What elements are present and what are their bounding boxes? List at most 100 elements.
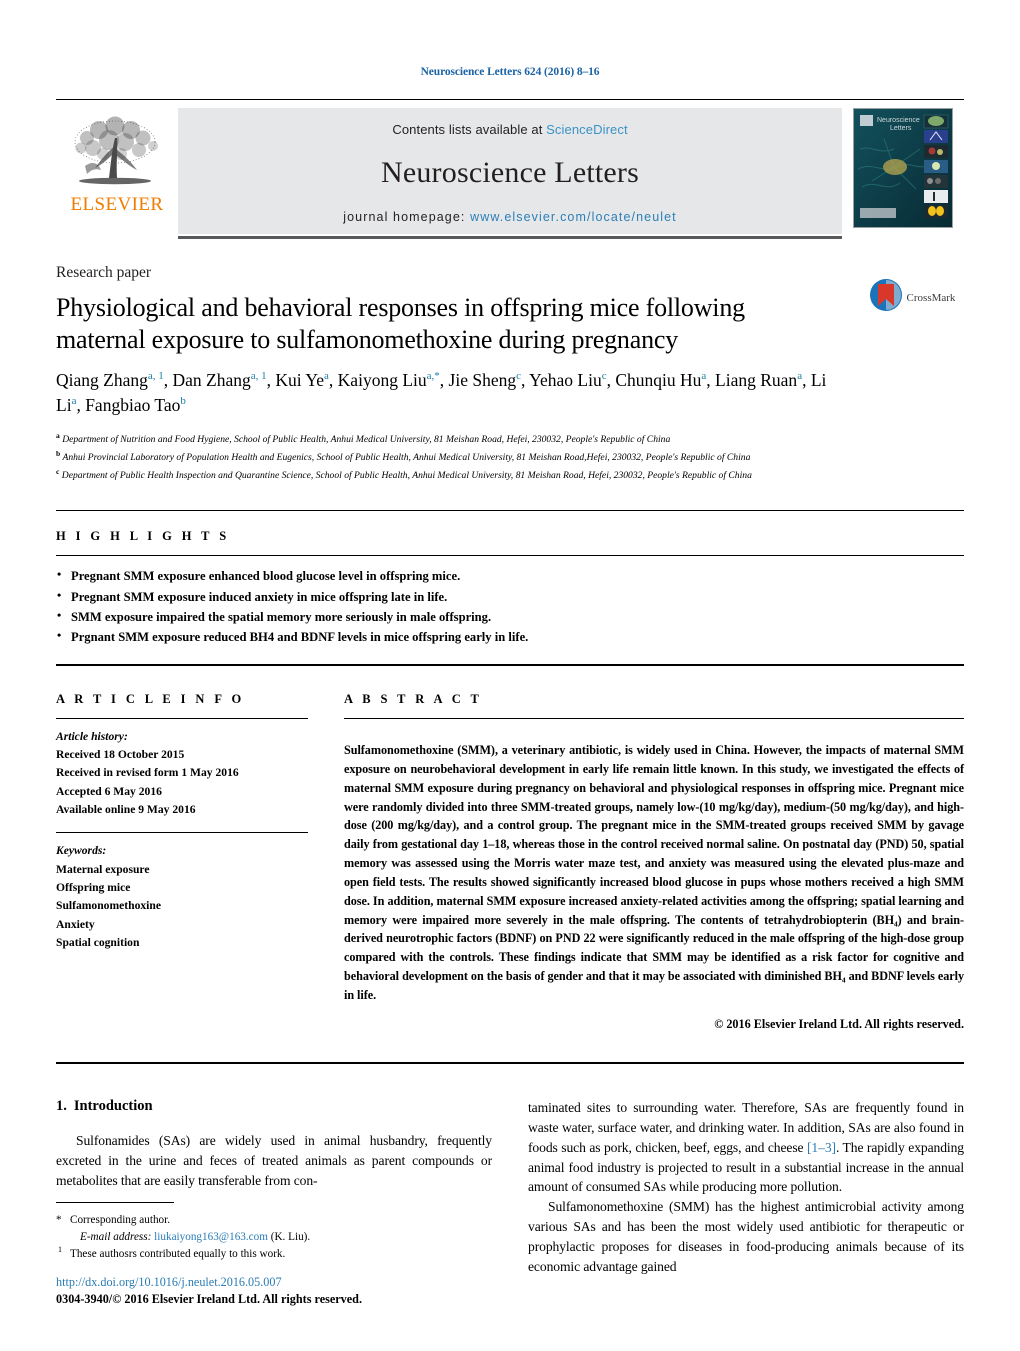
- highlight-item: Pregnant SMM exposure enhanced blood glu…: [56, 565, 964, 586]
- equal-contribution-mark: 1: [58, 1244, 62, 1254]
- author-name[interactable]: Jie Sheng: [449, 370, 517, 390]
- article-history-item: Received in revised form 1 May 2016: [56, 766, 239, 780]
- issn-copyright-line: 0304-3940/© 2016 Elsevier Ireland Ltd. A…: [56, 1292, 362, 1307]
- author-name[interactable]: Liang Ruan: [715, 370, 797, 390]
- homepage-prefix: journal homepage:: [343, 210, 471, 224]
- top-rule: [56, 99, 964, 100]
- highlights-bottom-rule: [56, 663, 964, 666]
- author-affiliation-mark: c: [601, 370, 607, 383]
- crossmark-label: CrossMark: [906, 292, 956, 304]
- affiliation-item: c Department of Public Health Inspection…: [56, 467, 752, 482]
- highlight-item: SMM exposure impaired the spatial memory…: [56, 606, 964, 627]
- email-label: E-mail address:: [80, 1230, 152, 1243]
- author-affiliation-mark: a: [71, 395, 77, 408]
- crossmark-badge[interactable]: CrossMark: [860, 278, 964, 317]
- author-name[interactable]: Dan Zhang: [173, 370, 251, 390]
- highlight-item: Prgnant SMM exposure reduced BH4 and BDN…: [56, 626, 964, 647]
- citation-link-1-3[interactable]: [1–3]: [807, 1140, 836, 1155]
- author-name[interactable]: Fangbiao Tao: [85, 395, 180, 415]
- author-name[interactable]: Chunqiu Hu: [615, 370, 701, 390]
- article-type-label: Research paper: [56, 264, 152, 281]
- crossmark-icon: [869, 278, 903, 317]
- highlights-top-rule: [56, 510, 964, 512]
- contents-lists-line: Contents lists available at ScienceDirec…: [392, 122, 627, 137]
- doi-block: http://dx.doi.org/10.1016/j.neulet.2016.…: [56, 1274, 362, 1309]
- keyword-item[interactable]: Anxiety: [56, 916, 308, 934]
- cover-image: Neuroscience Letters: [853, 108, 953, 228]
- article-info-column: A R T I C L E I N F O Article history: R…: [56, 692, 308, 1032]
- abstract-rule: [344, 717, 964, 719]
- sciencedirect-link[interactable]: ScienceDirect: [546, 122, 628, 137]
- body-divider-rule: [56, 1062, 964, 1065]
- affiliation-item: a Department of Nutrition and Food Hygie…: [56, 431, 671, 446]
- intro-paragraph-1-left: Sulfonamides (SAs) are widely used in an…: [56, 1133, 492, 1188]
- author-affiliation-mark: a: [797, 370, 803, 383]
- abstract-column: A B S T R A C T Sulfamonomethoxine (SMM)…: [344, 692, 964, 1032]
- keyword-items: Maternal exposure Offspring mice Sulfamono…: [56, 861, 308, 953]
- equal-contribution-note: 1 These authosrs contributed equally to t…: [56, 1244, 486, 1263]
- article-info-heading: A R T I C L E I N F O: [56, 691, 245, 706]
- intro-paragraph-2: Sulfamonomethoxine (SMM) has the highest…: [528, 1199, 964, 1274]
- highlights-items: Pregnant SMM exposure enhanced blood glu…: [56, 556, 964, 648]
- abstract-text: Sulfamonomethoxine (SMM), a veterinary a…: [344, 743, 964, 1002]
- corresponding-author-mark: *: [56, 1213, 62, 1226]
- footnote-rule: [56, 1201, 174, 1203]
- contents-prefix: Contents lists available at: [392, 122, 547, 137]
- corresponding-author-text: Corresponding author.: [70, 1213, 171, 1226]
- journal-homepage-link[interactable]: www.elsevier.com/locate/neulet: [470, 210, 677, 224]
- email-note: E-mail address: liukaiyong163@163.com (K…: [56, 1229, 486, 1246]
- author-name[interactable]: Qiang Zhang: [56, 370, 148, 390]
- email-owner: (K. Liu).: [270, 1230, 311, 1243]
- abstract-copyright: © 2016 Elsevier Ireland Ltd. All rights …: [714, 1017, 964, 1032]
- author-affiliation-mark: a: [324, 370, 329, 383]
- abstract-heading: A B S T R A C T: [344, 691, 483, 706]
- keyword-item[interactable]: Maternal exposure: [56, 861, 308, 879]
- banner-bottom-bar: [178, 236, 842, 239]
- email-link[interactable]: liukaiyong163@163.com: [154, 1231, 268, 1243]
- elsevier-logo[interactable]: ELSEVIER: [56, 108, 178, 234]
- article-history-block: Article history: Received 18 October 201…: [56, 719, 308, 820]
- journal-banner: Contents lists available at ScienceDirec…: [178, 108, 842, 239]
- info-and-abstract: A R T I C L E I N F O Article history: R…: [56, 692, 964, 1032]
- keywords-label: Keywords:: [56, 844, 107, 858]
- affiliation-mark: c: [56, 467, 60, 477]
- affiliation-mark: a: [56, 431, 60, 441]
- keyword-item[interactable]: Offspring mice: [56, 879, 308, 897]
- doi-link[interactable]: http://dx.doi.org/10.1016/j.neulet.2016.…: [56, 1274, 362, 1292]
- page-title: Physiological and behavioral responses i…: [56, 293, 745, 354]
- author-name[interactable]: Kui Ye: [275, 370, 324, 390]
- author-name[interactable]: Kaiyong Liu: [338, 370, 427, 390]
- author-affiliation-mark: a,*: [426, 370, 440, 383]
- keyword-item[interactable]: Spatial cognition: [56, 934, 308, 952]
- author-name[interactable]: Yehao Liu: [529, 370, 602, 390]
- article-history-item: Accepted 6 May 2016: [56, 784, 162, 798]
- elsevier-tree-icon: [65, 116, 169, 194]
- affiliation-list: a Department of Nutrition and Food Hygie…: [56, 430, 964, 484]
- keyword-item[interactable]: Sulfamonomethoxine: [56, 897, 308, 915]
- author-affiliation-mark: a, 1: [250, 370, 267, 383]
- intro-paragraph-1-right: taminated sites to surrounding water. Th…: [528, 1098, 964, 1197]
- journal-masthead: ELSEVIER Contents lists available at Sci…: [56, 108, 964, 239]
- author-affiliation-mark: c: [516, 370, 521, 383]
- author-affiliation-mark: a: [701, 370, 707, 383]
- introduction-number: 1.: [56, 1098, 67, 1115]
- keywords-block: Keywords: Maternal exposure Offspring mic…: [56, 833, 308, 952]
- author-affiliation-mark: a, 1: [147, 370, 164, 383]
- author-affiliation-mark: b: [180, 395, 186, 408]
- affiliation-mark: b: [56, 449, 61, 459]
- article-first-page: Neuroscience Letters 624 (2016) 8–16 ELS…: [0, 0, 1020, 1351]
- highlight-item: Pregnant SMM exposure induced anxiety in…: [56, 586, 964, 607]
- author-list: Qiang Zhanga, 1, Dan Zhanga, 1, Kui Yea,…: [56, 370, 827, 416]
- svg-text:Neuroscience: Neuroscience: [877, 117, 920, 124]
- journal-title: Neuroscience Letters: [380, 156, 640, 189]
- article-history-item: Received 18 October 2015: [56, 748, 185, 762]
- highlights-section: H I G H L I G H T S Pregnant SMM exposur…: [56, 510, 964, 666]
- introduction-title: Introduction: [73, 1098, 153, 1115]
- footnote-block: * Corresponding author. E-mail address: l…: [56, 1201, 486, 1263]
- corresponding-author-note: * Corresponding author.: [56, 1212, 486, 1229]
- article-history-item: Available online 9 May 2016: [56, 803, 196, 817]
- article-history-items: Received 18 October 2015 Received in revi…: [56, 746, 308, 819]
- journal-cover-thumbnail[interactable]: Neuroscience Letters: [842, 108, 964, 234]
- running-head: Neuroscience Letters 624 (2016) 8–16: [420, 66, 600, 78]
- svg-text:Letters: Letters: [890, 125, 912, 132]
